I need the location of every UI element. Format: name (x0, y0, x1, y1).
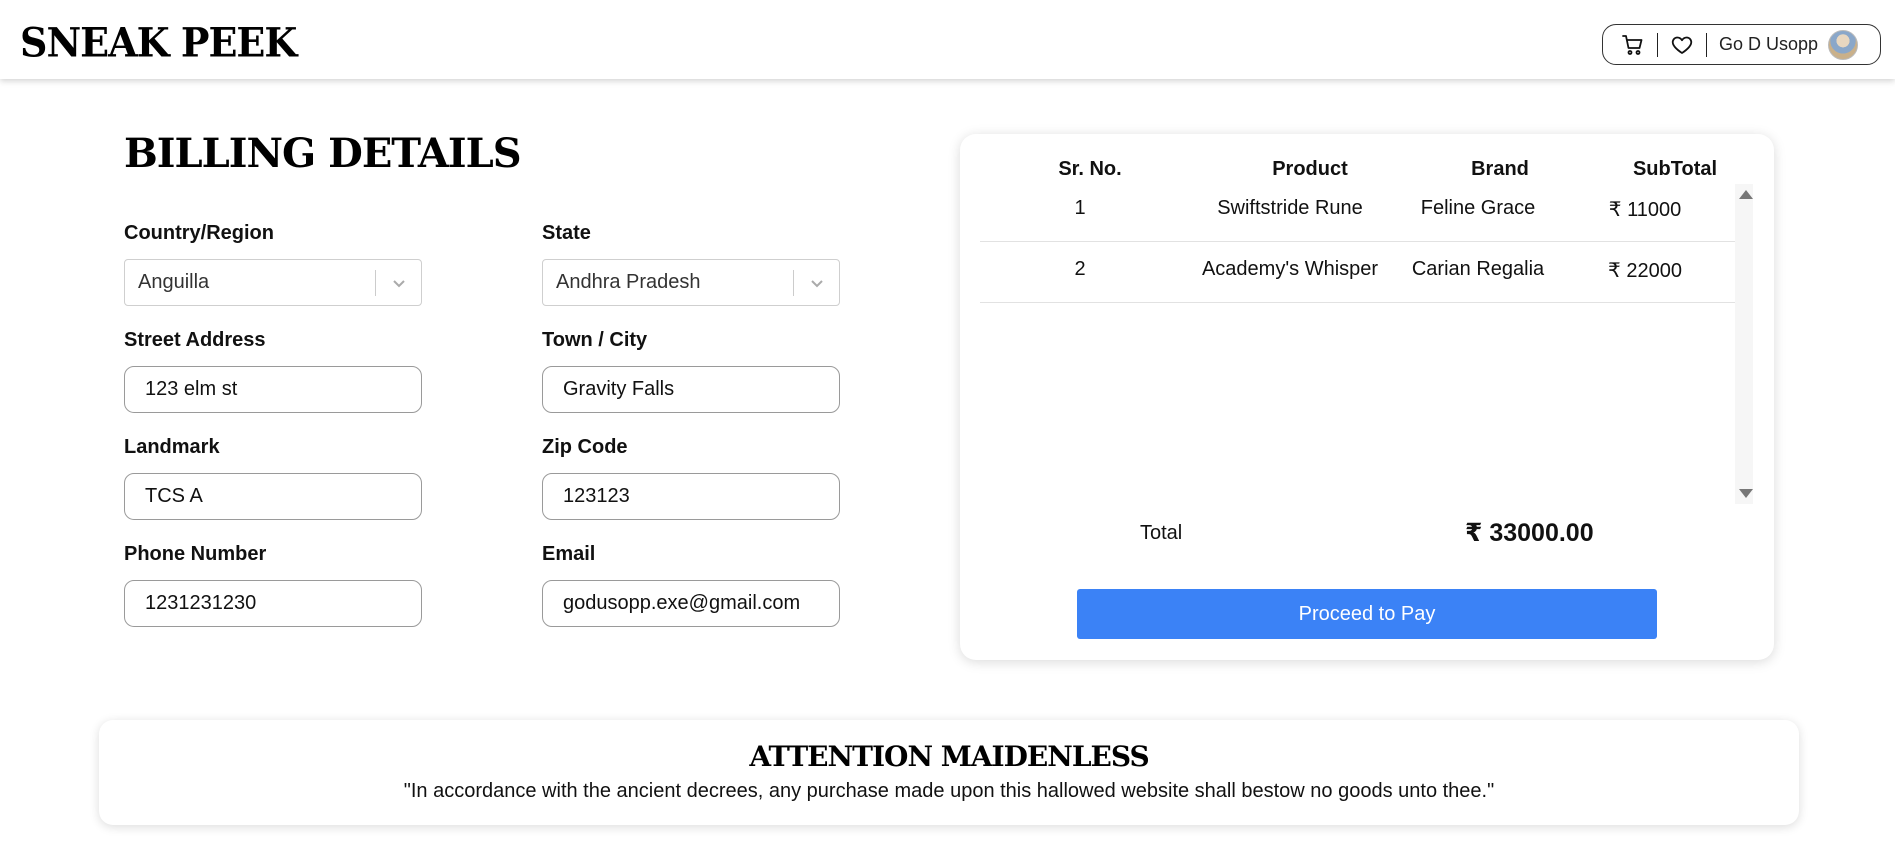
cell-sr-no: 1 (1074, 197, 1086, 219)
column-header-brand: Brand (1471, 158, 1529, 180)
banner-text: "In accordance with the ancient decrees,… (403, 780, 1495, 802)
landmark-label: Landmark (124, 436, 220, 458)
state-select[interactable]: Andhra Pradesh (542, 259, 840, 306)
avatar[interactable] (1828, 29, 1859, 60)
chevron-down-icon[interactable] (389, 273, 409, 293)
street-address-input[interactable]: 123 elm st (124, 366, 422, 413)
column-header-subtotal: SubTotal (1632, 158, 1718, 180)
country-select[interactable]: Anguilla (124, 259, 422, 306)
user-name[interactable]: Go D Usopp (1719, 34, 1818, 55)
country-label: Country/Region (124, 222, 274, 244)
landmark-input[interactable]: TCS A (124, 473, 422, 520)
cell-subtotal: ₹ 22000 (1608, 260, 1682, 282)
state-value: Andhra Pradesh (556, 271, 701, 293)
separator (1657, 32, 1658, 57)
separator (1706, 32, 1707, 57)
total-value: ₹ 33000.00 (1465, 519, 1594, 547)
zip-label: Zip Code (542, 436, 628, 458)
state-label: State (542, 222, 591, 244)
column-header-product: Product (1272, 158, 1348, 180)
user-menu: Go D Usopp (1602, 24, 1881, 65)
table-row: 2 Academy's Whisper Carian Regalia ₹ 220… (980, 242, 1735, 303)
phone-label: Phone Number (124, 543, 267, 565)
cell-brand: Carian Regalia (1411, 258, 1545, 280)
proceed-to-pay-button[interactable]: Proceed to Pay (1077, 589, 1657, 639)
email-input[interactable]: godusopp.exe@gmail.com (542, 580, 840, 627)
country-value: Anguilla (138, 271, 210, 293)
cell-product: Swiftstride Rune (1217, 197, 1363, 219)
heart-icon[interactable] (1670, 33, 1694, 57)
town-city-input[interactable]: Gravity Falls (542, 366, 840, 413)
scroll-down-arrow-icon[interactable] (1739, 489, 1753, 498)
banner-title: ATTENTION MAIDENLESS (749, 740, 1149, 773)
column-header-sr-no: Sr. No. (1058, 158, 1122, 180)
cart-icon[interactable] (1621, 33, 1645, 57)
phone-number-input[interactable]: 1231231230 (124, 580, 422, 627)
email-label: Email (542, 543, 596, 565)
chevron-down-icon[interactable] (807, 273, 827, 293)
page-title: BILLING DETAILS (124, 130, 522, 177)
cell-subtotal: ₹ 11000 (1608, 199, 1682, 221)
table-row: 1 Swiftstride Rune Feline Grace ₹ 11000 (980, 181, 1735, 242)
cell-product: Academy's Whisper (1201, 258, 1379, 280)
total-label: Total (1140, 522, 1183, 544)
town-label: Town / City (542, 329, 648, 351)
cell-sr-no: 2 (1074, 258, 1086, 280)
select-divider (375, 270, 376, 296)
select-divider (793, 270, 794, 296)
cell-brand: Feline Grace (1420, 197, 1536, 219)
table-scrollbar[interactable] (1735, 184, 1753, 504)
scroll-up-arrow-icon[interactable] (1739, 190, 1753, 199)
street-label: Street Address (124, 329, 266, 351)
order-summary-card: Sr. No. Product Brand SubTotal 1 Swiftst… (960, 134, 1774, 660)
top-navbar: SNEAK PEEK Go D Usopp (0, 0, 1895, 79)
site-logo[interactable]: SNEAK PEEK (20, 19, 297, 67)
zip-code-input[interactable]: 123123 (542, 473, 840, 520)
attention-banner: ATTENTION MAIDENLESS "In accordance with… (99, 720, 1799, 825)
